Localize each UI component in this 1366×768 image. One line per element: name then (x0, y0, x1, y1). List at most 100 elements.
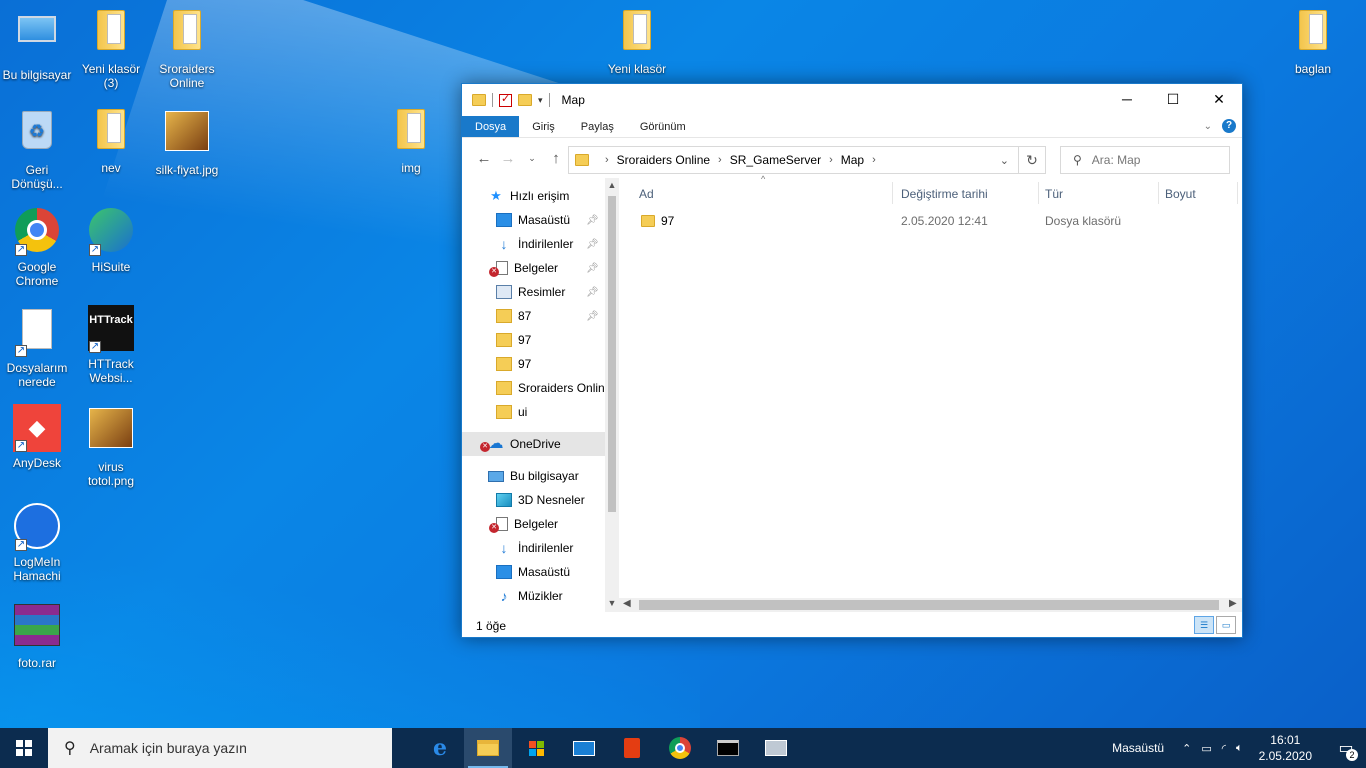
desktop-icon-item[interactable]: ↗ LogMeIn Hamachi (0, 503, 74, 583)
tab-view[interactable]: Görünüm (627, 116, 699, 137)
scroll-left-icon[interactable]: ◀ (623, 598, 631, 609)
help-icon[interactable]: ? (1222, 119, 1236, 133)
office-icon[interactable] (608, 728, 656, 768)
scrollbar-thumb[interactable] (639, 600, 1219, 610)
tab-file[interactable]: Dosya (462, 116, 520, 137)
chevron-up-icon[interactable]: ⌃ (1182, 742, 1191, 755)
title-bar[interactable]: ▾ Map ─ ☐ ✕ (462, 84, 1242, 116)
details-view-button[interactable]: ☰ (1194, 616, 1214, 634)
nav-item[interactable]: ✕ Belgeler 📌︎ (462, 256, 619, 280)
start-button[interactable] (0, 728, 48, 768)
pc-monitor-icon[interactable] (752, 728, 800, 768)
mail-icon[interactable] (560, 728, 608, 768)
divider[interactable] (1038, 182, 1039, 204)
volume-icon[interactable]: 🔈︎ (1236, 742, 1243, 755)
desktop-icon-item[interactable]: virus totol.png (74, 404, 148, 488)
column-header-name[interactable]: Ad (639, 182, 654, 206)
desktop-icon-item[interactable]: silk-fiyat.jpg (150, 107, 224, 177)
desktop-icon-item[interactable]: img (374, 107, 448, 175)
chevron-right-icon[interactable]: › (829, 154, 833, 166)
nav-item[interactable]: 87 📌︎ (462, 304, 619, 328)
divider[interactable] (1237, 182, 1238, 204)
table-row[interactable]: 97 2.05.2020 12:41 Dosya klasörü (623, 210, 1223, 232)
desktop-icon-item[interactable]: foto.rar (0, 602, 74, 670)
close-button[interactable]: ✕ (1196, 84, 1242, 114)
nav-item[interactable]: Resimler 📌︎ (462, 280, 619, 304)
notifications-button[interactable]: ▭ 2 (1326, 728, 1366, 768)
scroll-up-icon[interactable]: ▲ (605, 180, 619, 190)
nav-item[interactable]: ✕ Belgeler (462, 512, 619, 536)
nav-item[interactable]: ↓ İndirilenler (462, 536, 619, 560)
desktop-toolbar-label[interactable]: Masaüstü (1112, 741, 1164, 755)
desktop-icon-item[interactable]: ◆ ↗ AnyDesk (0, 404, 74, 470)
edge-icon[interactable]: e (416, 728, 464, 768)
battery-icon[interactable]: ▭ (1201, 742, 1211, 755)
column-header-size[interactable]: Boyut (1165, 182, 1196, 206)
nav-item[interactable]: ★ Hızlı erişim (462, 184, 619, 208)
desktop-icon-item[interactable]: ↗ HiSuite (74, 206, 148, 274)
refresh-button[interactable]: ↻ (1018, 146, 1046, 174)
desktop-icon-item[interactable]: Yeni klasör (3) (74, 8, 148, 90)
expand-ribbon-icon[interactable]: ⌄ (1204, 121, 1212, 132)
forward-button[interactable]: → (496, 150, 520, 167)
nav-item[interactable]: 3D Nesneler (462, 488, 619, 512)
large-icons-view-button[interactable]: ▭ (1216, 616, 1236, 634)
desktop-icon-item[interactable]: baglan (1276, 8, 1350, 76)
scrollbar-thumb[interactable] (608, 196, 616, 512)
file-explorer-icon[interactable] (464, 728, 512, 768)
maximize-button[interactable]: ☐ (1150, 84, 1196, 114)
clock[interactable]: 16:01 2.05.2020 (1259, 732, 1312, 764)
horizontal-scrollbar[interactable]: ◀ ▶ (619, 598, 1242, 612)
tab-share[interactable]: Paylaş (568, 116, 627, 137)
nav-item[interactable]: 97 (462, 328, 619, 352)
chrome-icon[interactable] (656, 728, 704, 768)
divider[interactable] (892, 182, 893, 204)
scroll-right-icon[interactable]: ▶ (1229, 598, 1237, 609)
desktop-icon-item[interactable]: Sroraiders Online (150, 8, 224, 90)
breadcrumb-item[interactable]: SR_GameServer (730, 153, 821, 167)
nav-item[interactable]: 97 (462, 352, 619, 376)
scrollbar[interactable]: ▲ ▼ (605, 178, 619, 612)
file-list[interactable]: ^ Ad Değiştirme tarihi Tür Boyut 97 2.05… (619, 174, 1242, 612)
search-input[interactable]: ⚲ Ara: Map (1060, 146, 1230, 174)
breadcrumb-item[interactable]: Sroraiders Online (617, 153, 710, 167)
desktop-icon-item[interactable]: nev (74, 107, 148, 175)
desktop-icon-item[interactable]: ↗ Google Chrome (0, 206, 74, 288)
nav-item[interactable]: ♪ Müzikler (462, 584, 619, 608)
wifi-icon[interactable]: ◜ (1222, 742, 1226, 755)
new-folder-icon[interactable] (518, 94, 532, 106)
nav-item[interactable]: Masaüstü (462, 560, 619, 584)
customize-dropdown-icon[interactable]: ▾ (538, 95, 543, 106)
nav-item[interactable]: Sroraiders Online (462, 376, 619, 400)
desktop-icon-item[interactable]: Bu bilgisayar (0, 8, 74, 82)
column-header-modified[interactable]: Değiştirme tarihi (901, 182, 988, 206)
up-button[interactable]: ↑ (544, 150, 568, 167)
nav-item[interactable]: Bu bilgisayar (462, 464, 619, 488)
column-header-type[interactable]: Tür (1045, 182, 1063, 206)
back-button[interactable]: ← (472, 150, 496, 167)
chevron-right-icon[interactable]: › (605, 154, 609, 166)
store-icon[interactable] (512, 728, 560, 768)
properties-icon[interactable] (499, 92, 512, 107)
divider[interactable] (1158, 182, 1159, 204)
desktop-icon-item[interactable]: ↗ Dosyalarım nerede (0, 305, 74, 389)
desktop-icon-item[interactable]: ♻ Geri Dönüşü... (0, 107, 74, 191)
recent-locations-icon[interactable]: ⌄ (520, 153, 544, 164)
nav-item[interactable]: ui (462, 400, 619, 424)
nav-item[interactable]: ☁ ✕ OneDrive (462, 432, 619, 456)
minimize-button[interactable]: ─ (1104, 84, 1150, 114)
tab-home[interactable]: Giriş (519, 116, 568, 137)
breadcrumb-item[interactable]: Map (841, 153, 864, 167)
scroll-down-icon[interactable]: ▼ (605, 598, 619, 608)
address-dropdown-icon[interactable]: ⌄ (1000, 154, 1009, 167)
desktop-icon-item[interactable]: HTTrack ↗ HTTrack Websi... (74, 305, 148, 385)
desktop-icon-item[interactable]: Yeni klasör (600, 8, 674, 76)
terminal-icon[interactable] (704, 728, 752, 768)
taskbar-search-box[interactable]: ⚲ Aramak için buraya yazın (48, 728, 392, 768)
file-explorer-window[interactable]: ▾ Map ─ ☐ ✕ Dosya Giriş Paylaş Görünüm ⌄… (461, 83, 1243, 638)
chevron-right-icon[interactable]: › (718, 154, 722, 166)
nav-item[interactable]: Masaüstü 📌︎ (462, 208, 619, 232)
chevron-right-icon[interactable]: › (872, 154, 876, 166)
address-bar[interactable]: › Sroraiders Online › SR_GameServer › Ma… (568, 146, 1046, 174)
nav-item[interactable]: ↓ İndirilenler 📌︎ (462, 232, 619, 256)
